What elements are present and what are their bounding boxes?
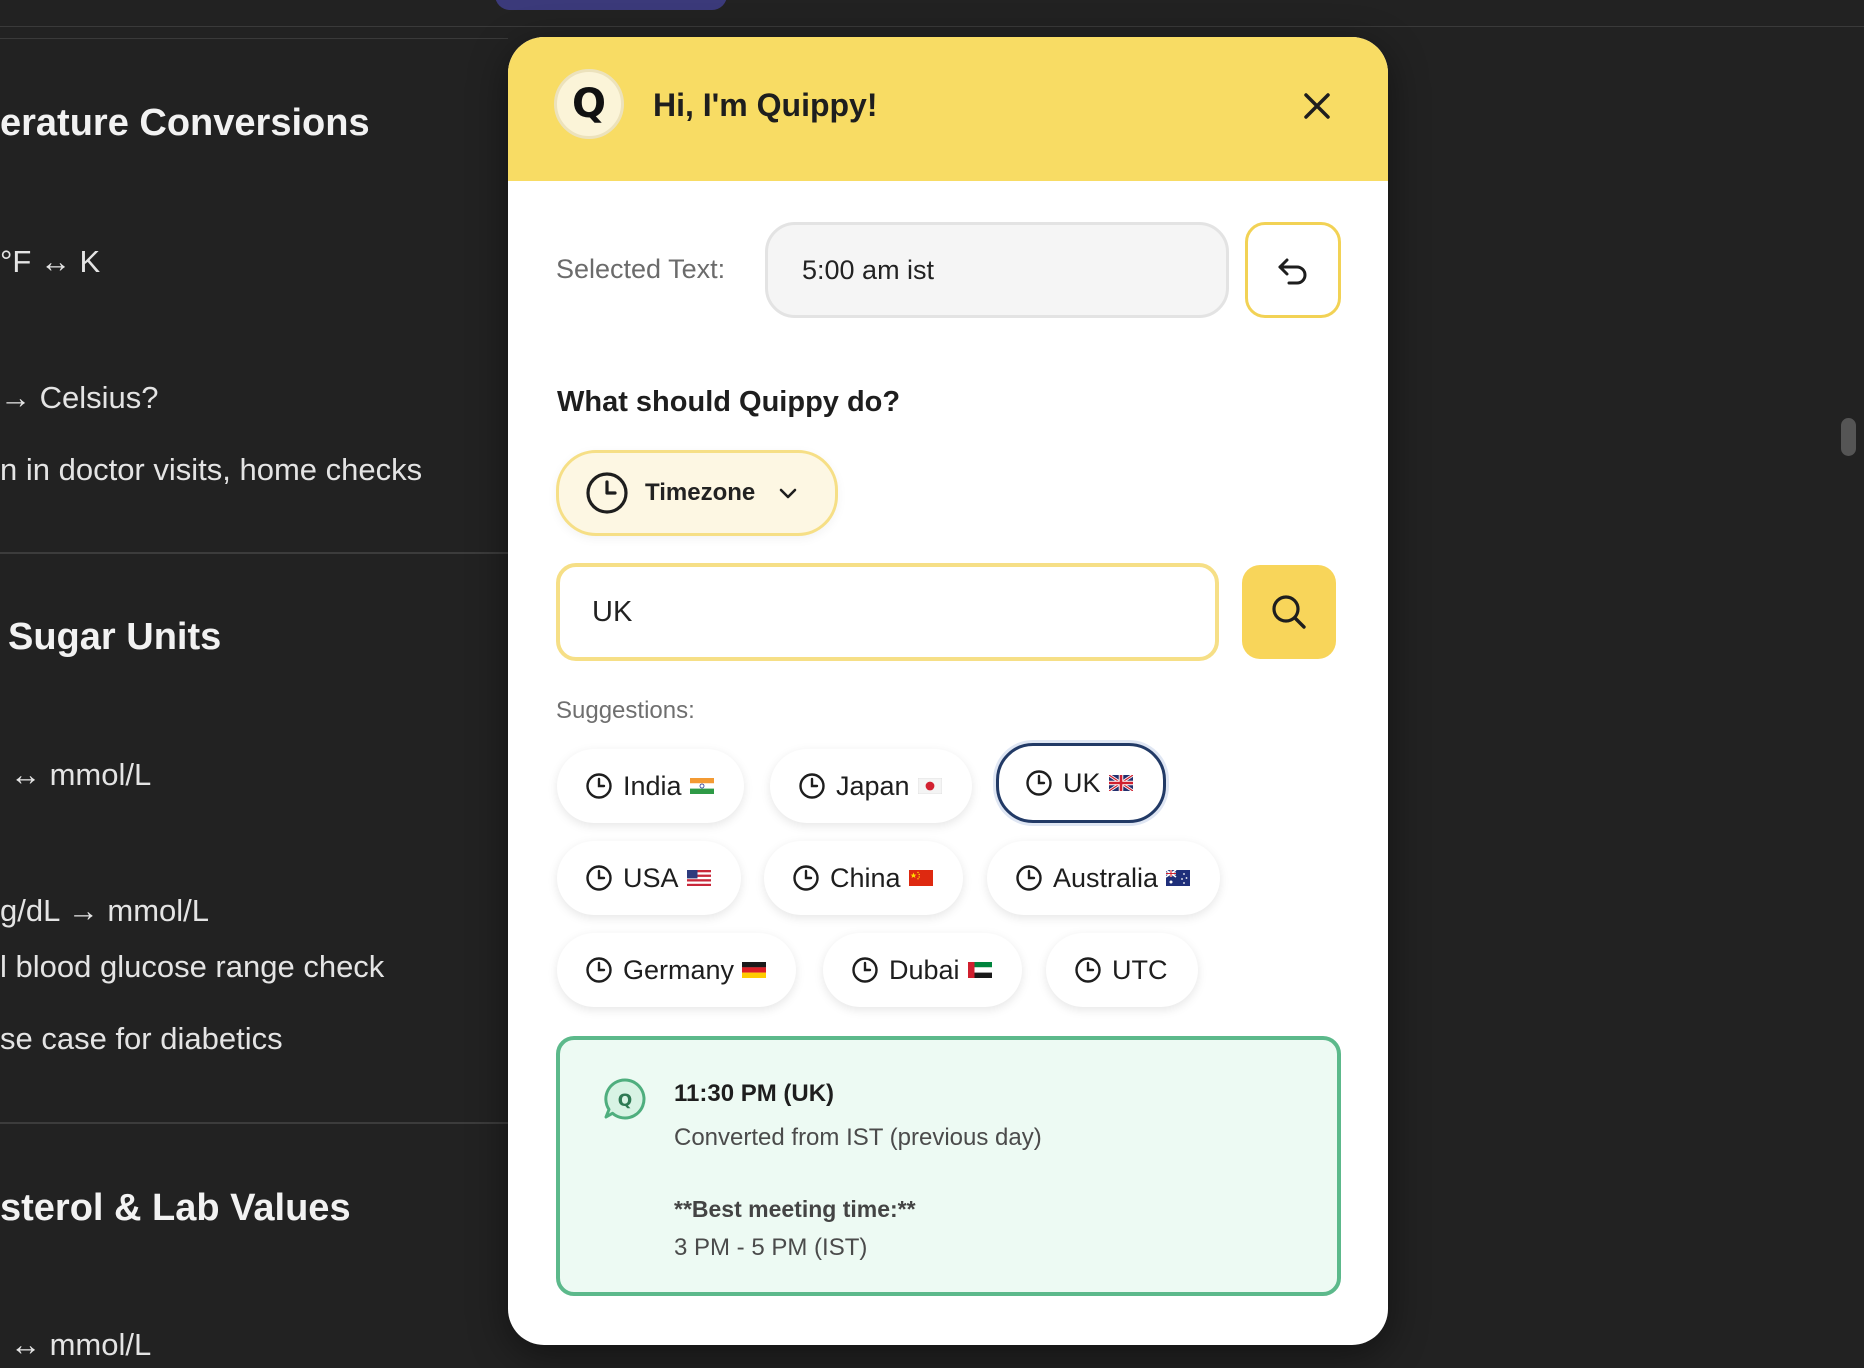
bg-line: → Celsius? xyxy=(0,380,159,415)
suggestion-label: Dubai xyxy=(889,954,960,985)
clock-icon xyxy=(793,865,819,891)
suggestion-chip-usa[interactable]: USA xyxy=(557,841,741,915)
bg-line: se case for diabetics xyxy=(0,1021,283,1056)
bg-line: n in doctor visits, home checks xyxy=(0,452,423,487)
suggestion-label: UK xyxy=(1063,767,1101,798)
suggestion-chip-china[interactable]: China xyxy=(764,841,963,915)
suggestion-label: India xyxy=(623,770,682,801)
bg-line: °F ↔ K xyxy=(0,244,101,279)
popup-title: Hi, I'm Quippy! xyxy=(653,87,878,123)
section-heading-temperature: erature Conversions xyxy=(0,102,370,144)
suggestion-chip-utc[interactable]: UTC xyxy=(1046,933,1198,1007)
quippy-chat-icon: Q xyxy=(604,1078,646,1120)
section-divider xyxy=(0,1122,508,1124)
clock-icon xyxy=(799,773,825,799)
suggestion-chip-australia[interactable]: Australia xyxy=(987,841,1221,915)
result-time: 11:30 PM (UK) xyxy=(674,1080,835,1107)
selected-text-label: Selected Text: xyxy=(556,254,726,284)
top-tab-pill[interactable] xyxy=(495,0,727,10)
suggestion-label: Germany xyxy=(623,954,735,985)
close-icon xyxy=(1304,93,1330,119)
suggestion-label: UTC xyxy=(1112,954,1168,985)
suggestion-chip-germany[interactable]: Germany xyxy=(557,933,797,1007)
clock-icon xyxy=(1075,957,1101,983)
timezone-search-input[interactable]: UK xyxy=(556,563,1219,661)
suggestion-label: USA xyxy=(623,862,679,893)
close-button[interactable] xyxy=(1300,89,1334,123)
clock-icon xyxy=(852,957,878,983)
suggestions-label: Suggestions: xyxy=(556,697,695,724)
search-button[interactable] xyxy=(1242,565,1336,659)
usa-flag-icon xyxy=(686,870,711,886)
suggestion-label: Australia xyxy=(1053,862,1159,893)
section-heading-sugar: Sugar Units xyxy=(8,616,222,658)
quippy-popup: Q Hi, I'm Quippy! Selected Text: 5:00 am… xyxy=(508,37,1388,1345)
undo-button[interactable] xyxy=(1245,222,1341,318)
quippy-logo: Q xyxy=(554,69,624,139)
uae-flag-icon xyxy=(967,962,992,978)
japan-flag-icon xyxy=(917,778,942,794)
action-dropdown-label: Timezone xyxy=(645,479,756,506)
clock-icon xyxy=(586,957,612,983)
svg-text:Q: Q xyxy=(618,1091,632,1111)
suggestion-label: Japan xyxy=(836,770,910,801)
section-divider xyxy=(0,552,508,554)
action-question: What should Quippy do? xyxy=(557,386,901,418)
top-divider-left xyxy=(0,38,508,39)
australia-flag-icon xyxy=(1166,870,1191,886)
top-divider xyxy=(0,26,1864,27)
suggestion-label: China xyxy=(830,862,901,893)
china-flag-icon xyxy=(908,870,933,886)
popup-header: Q Hi, I'm Quippy! xyxy=(508,37,1388,181)
bg-line: g/dL → mmol/L xyxy=(0,893,210,928)
suggestion-chip-india[interactable]: India xyxy=(557,749,744,823)
search-icon xyxy=(1272,595,1306,629)
clock-icon xyxy=(1016,865,1042,891)
undo-icon xyxy=(1278,258,1307,285)
clock-icon xyxy=(1026,770,1052,796)
india-flag-icon xyxy=(689,778,714,794)
selected-text-field[interactable]: 5:00 am ist xyxy=(765,222,1229,318)
clock-icon xyxy=(586,472,628,514)
scrollbar-thumb[interactable] xyxy=(1841,418,1856,456)
suggestion-chip-japan[interactable]: Japan xyxy=(770,749,972,823)
result-best-time-value: 3 PM - 5 PM (IST) xyxy=(674,1234,868,1261)
chevron-down-icon xyxy=(779,488,797,499)
action-dropdown[interactable]: Timezone xyxy=(556,450,838,536)
uk-flag-icon xyxy=(1108,775,1133,791)
germany-flag-icon xyxy=(742,962,767,978)
clock-icon xyxy=(586,773,612,799)
result-best-time-label: **Best meeting time:** xyxy=(674,1196,916,1222)
bg-line: ↔ mmol/L xyxy=(10,1327,152,1362)
bg-line: l blood glucose range check xyxy=(0,949,385,984)
suggestion-chip-uk[interactable]: UK xyxy=(996,743,1166,823)
suggestion-chip-dubai[interactable]: Dubai xyxy=(823,933,1022,1007)
section-heading-cholesterol: sterol & Lab Values xyxy=(0,1187,351,1229)
result-card: Q 11:30 PM (UK) Converted from IST (prev… xyxy=(556,1036,1341,1296)
bg-line: ↔ mmol/L xyxy=(10,757,152,792)
result-conversion-note: Converted from IST (previous day) xyxy=(674,1124,1042,1151)
clock-icon xyxy=(586,865,612,891)
